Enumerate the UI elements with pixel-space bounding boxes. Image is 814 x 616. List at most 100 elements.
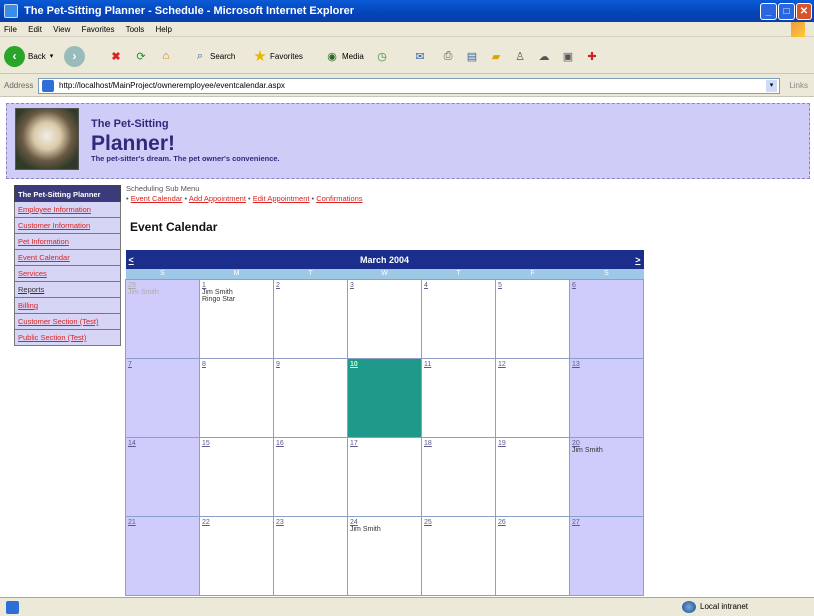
next-month-link[interactable]: > (569, 250, 644, 269)
maximize-button[interactable]: □ (778, 3, 795, 20)
history-button[interactable]: ◷ (372, 44, 392, 68)
prev-month-link[interactable]: < (125, 250, 200, 269)
media-button[interactable]: ◉ Media (322, 44, 364, 68)
calendar-day-number[interactable]: 29 (128, 282, 197, 289)
calendar-day-number[interactable]: 19 (498, 440, 567, 447)
edit-button[interactable]: ▤ (462, 44, 482, 68)
nav-customer-section-test[interactable]: Customer Section (Test) (14, 314, 121, 330)
menu-file[interactable]: File (4, 25, 17, 34)
messenger-icon: ♙ (515, 50, 525, 63)
messenger-button[interactable]: ♙ (510, 44, 530, 68)
calendar-day-number[interactable]: 24 (350, 519, 419, 526)
calendar-day-number[interactable]: 1 (202, 282, 271, 289)
submenu-event-calendar[interactable]: Event Calendar (131, 194, 183, 203)
refresh-button[interactable]: ⟳ (131, 44, 151, 68)
menu-favorites[interactable]: Favorites (82, 25, 115, 34)
calendar-day-number[interactable]: 22 (202, 519, 271, 526)
calendar-day-number[interactable]: 4 (424, 282, 493, 289)
calendar-day-number[interactable]: 13 (572, 361, 641, 368)
calendar-day-number[interactable]: 27 (572, 519, 641, 526)
address-input[interactable]: http://localhost/MainProject/owneremploy… (38, 78, 780, 94)
calendar-day-number[interactable]: 17 (350, 440, 419, 447)
favorites-button[interactable]: ★ Favorites (250, 44, 303, 68)
weekday-label: T (273, 269, 348, 279)
calendar-day-number[interactable]: 16 (276, 440, 345, 447)
dropdown-arrow-icon: ▾ (49, 53, 54, 60)
back-button[interactable]: ‹ Back ▾ (4, 44, 53, 68)
nav-employee-information[interactable]: Employee Information (14, 202, 121, 218)
calendar-day-number[interactable]: 5 (498, 282, 567, 289)
calendar-day-number[interactable]: 10 (350, 361, 419, 368)
calendar-day-cell: 17 (347, 436, 422, 517)
menu-tools[interactable]: Tools (126, 25, 145, 34)
nav-customer-information[interactable]: Customer Information (14, 218, 121, 234)
nav-billing[interactable]: Billing (14, 298, 121, 314)
nav-event-calendar[interactable]: Event Calendar (14, 250, 121, 266)
discuss-button[interactable]: ☁ (534, 44, 554, 68)
address-dropdown-icon[interactable]: ▾ (766, 80, 777, 92)
window-title: The Pet-Sitting Planner - Schedule - Mic… (24, 5, 355, 17)
calendar-day-number[interactable]: 21 (128, 519, 197, 526)
menu-view[interactable]: View (53, 25, 70, 34)
status-bar: Local intranet (0, 597, 814, 616)
calendar-day-cell: 14 (125, 436, 200, 517)
submenu-confirmations[interactable]: Confirmations (316, 194, 362, 203)
address-bar: Address http://localhost/MainProject/own… (0, 75, 814, 97)
nav-services[interactable]: Services (14, 266, 121, 282)
calendar-day-number[interactable]: 9 (276, 361, 345, 368)
menu-edit[interactable]: Edit (28, 25, 42, 34)
submenu-edit-appointment[interactable]: Edit Appointment (253, 194, 310, 203)
toolbar: ‹ Back ▾ › ✖ ⟳ ⌂ ⌕ Search ★ Favorites ◉ … (0, 38, 814, 74)
calendar-day-number[interactable]: 20 (572, 440, 641, 447)
calendar-day-cell: 21 (125, 515, 200, 596)
minimize-button[interactable]: _ (760, 3, 777, 20)
status-page-icon (6, 601, 19, 614)
stop-button[interactable]: ✖ (106, 44, 126, 68)
weekday-label: M (199, 269, 274, 279)
page-content: The Pet-Sitting Planner! The pet-sitter'… (0, 97, 814, 597)
research-button[interactable]: ▣ (558, 44, 578, 68)
brand-line1: The Pet-Sitting (91, 118, 169, 130)
calendar-day-cell: 15 (199, 436, 274, 517)
search-button[interactable]: ⌕ Search (190, 44, 235, 68)
calendar-day-cell: 20 Jim Smith (569, 436, 644, 517)
calendar-day-number[interactable]: 25 (424, 519, 493, 526)
calendar-day-number[interactable]: 12 (498, 361, 567, 368)
calendar-day-number[interactable]: 14 (128, 440, 197, 447)
nav-heading: The Pet-Sitting Planner (14, 185, 121, 202)
calendar-day-cell: 19 (495, 436, 570, 517)
print-button[interactable]: ⎙ (438, 44, 458, 68)
site-header: The Pet-Sitting Planner! The pet-sitter'… (6, 103, 810, 179)
home-icon: ⌂ (162, 50, 170, 62)
calendar-day-number[interactable]: 2 (276, 282, 345, 289)
calendar-day-number[interactable]: 11 (424, 361, 493, 368)
home-button[interactable]: ⌂ (156, 44, 176, 68)
forward-button[interactable]: › (64, 44, 85, 68)
calendar-day-cell: 13 (569, 357, 644, 438)
edit-icon: ▤ (466, 50, 478, 63)
calendar-day-number[interactable]: 26 (498, 519, 567, 526)
calendar-day-number[interactable]: 6 (572, 282, 641, 289)
nav-pet-information[interactable]: Pet Information (14, 234, 121, 250)
forward-arrow-icon: › (64, 45, 85, 67)
calendar-event: Jim Smith (202, 288, 233, 296)
close-button[interactable]: ✕ (796, 3, 812, 20)
calendar-day-number[interactable]: 7 (128, 361, 197, 368)
submenu-add-appointment[interactable]: Add Appointment (189, 194, 246, 203)
calendar-day-number[interactable]: 18 (424, 440, 493, 447)
toolbar-extra-button[interactable]: ✚ (582, 44, 602, 68)
nav-public-section-test[interactable]: Public Section (Test) (14, 330, 121, 346)
folder-button[interactable]: ▰ (486, 44, 506, 68)
calendar-day-number[interactable]: 8 (202, 361, 271, 368)
calendar-day-cell: 12 (495, 357, 570, 438)
calendar-day-number[interactable]: 3 (350, 282, 419, 289)
nav-reports[interactable]: Reports (14, 282, 121, 298)
event-calendar: < March 2004 > S M T W T F S 29 Jim Smith… (125, 250, 644, 596)
calendar-day-number[interactable]: 15 (202, 440, 271, 447)
links-button[interactable]: Links (789, 81, 808, 90)
mail-button[interactable]: ✉ (410, 44, 430, 68)
calendar-day-number[interactable]: 23 (276, 519, 345, 526)
menu-help[interactable]: Help (156, 25, 172, 34)
back-arrow-icon: ‹ (4, 45, 25, 67)
calendar-day-cell: 24 Jim Smith (347, 515, 422, 596)
